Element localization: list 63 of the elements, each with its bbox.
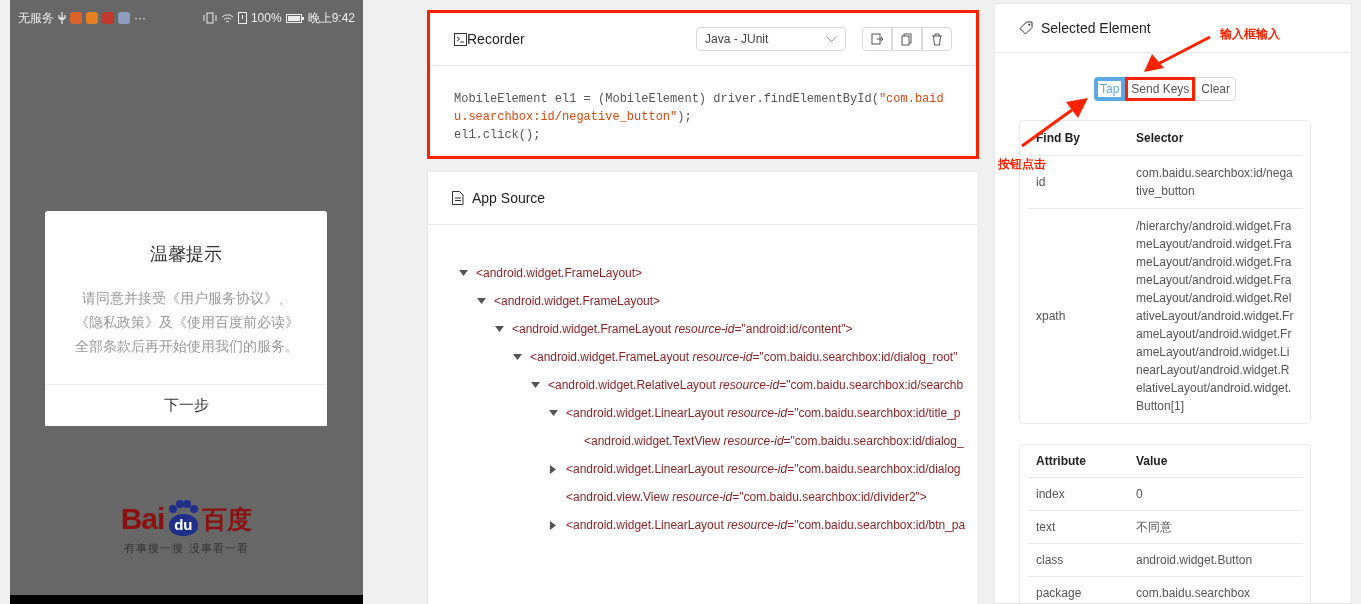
panel-title: Recorder (467, 29, 525, 49)
column-header: Selector (1128, 121, 1302, 156)
code-snippet: MobileElement el1 = (MobileElement) driver.findElementById("com.baidu.searchbox:id/negative_button"); el1.click(); (454, 91, 944, 144)
app-icon (102, 12, 114, 24)
vibrate-icon (202, 12, 217, 24)
tree-node[interactable]: <android.widget.LinearLayout resource-id="com.baidu.searchbox:id/title_p (566, 404, 961, 422)
table-cell: /hierarchy/android.widget.FrameLayout/android.widget.FrameLayout/android.widget.FrameLayout/android.widget.FrameLayout/android.widget.RelativeLayout/android.widget.FrameLayout/android.widget.FrameLayout/android.widget.LinearLayout/android.widget.RelativeLayout/android.widget.Button[1] (1128, 208, 1302, 423)
app-icon (118, 12, 130, 24)
table-cell: android.widget.Button (1128, 543, 1302, 577)
tree-node[interactable]: <android.widget.LinearLayout resource-id="com.baidu.searchbox:id/btn_pa (566, 516, 966, 534)
app-icon (70, 12, 82, 24)
annotation-text: 输入框输入 (1220, 26, 1280, 43)
table-cell: com.baidu.searchbox (1128, 576, 1302, 604)
tree-node[interactable]: <android.widget.TextView resource-id="com.baidu.searchbox:id/dialog_ (584, 432, 964, 450)
arrow (1142, 34, 1212, 74)
delete-button[interactable] (922, 27, 952, 51)
tree-node[interactable]: <android.widget.LinearLayout resource-id="com.baidu.searchbox:id/dialog (566, 460, 961, 478)
battery-text: 100% (250, 10, 282, 27)
table-cell: package (1028, 576, 1128, 604)
dialog-message: 请同意并接受《用户服务协议》、《隐私政策》及《使用百度前必读》全部条款后再开始使用我们的服务。 (74, 289, 300, 356)
action-button[interactable]: Clear (1195, 77, 1237, 101)
column-header: Attribute (1028, 445, 1128, 478)
more-text: ··· (134, 10, 146, 27)
next-step-button[interactable]: 下一步 (45, 384, 327, 426)
wifi-icon (220, 12, 234, 24)
logo-mark: du (169, 514, 198, 536)
chevron-down-icon (826, 36, 837, 42)
terminal-icon (454, 32, 467, 46)
time-text: 晚上9:42 (307, 10, 355, 27)
arrow (1020, 96, 1090, 148)
table-cell: text (1028, 510, 1128, 544)
table-cell: class (1028, 543, 1128, 577)
tag-icon (1019, 21, 1033, 35)
usb-icon (58, 12, 66, 24)
panel-title: App Source (472, 188, 546, 208)
tree-node[interactable]: <android.widget.FrameLayout resource-id="android:id/content"> (512, 320, 853, 338)
table-cell: index (1028, 477, 1128, 511)
tree-node[interactable]: <android.widget.FrameLayout> (476, 264, 643, 282)
file-icon (452, 191, 464, 205)
export-icon (870, 32, 884, 46)
panel-title: Selected Element (1041, 18, 1151, 38)
trash-icon (930, 32, 944, 46)
copy-icon (900, 32, 914, 46)
annotation-text: 按钮点击 (998, 156, 1046, 173)
tree-node[interactable]: <android.widget.RelativeLayout resource-id="com.baidu.searchbox:id/searchb (548, 376, 964, 394)
paw-icon (168, 500, 199, 514)
logo-text: Bai (120, 502, 165, 536)
table-cell: 不同意 (1128, 510, 1302, 544)
logo-text: 百度 (202, 504, 253, 536)
carrier-text: 无服务 (18, 10, 54, 27)
table-cell: com.baidu.searchbox:id/negative_button (1128, 155, 1302, 209)
app-icon (86, 12, 98, 24)
table-cell: 0 (1128, 477, 1302, 511)
tree-node[interactable]: <android.view.View resource-id="com.baidu.searchbox:id/divider2"> (566, 488, 927, 506)
table-cell: xpath (1028, 208, 1128, 423)
action-button[interactable]: Send Keys (1125, 77, 1196, 101)
sim-icon (237, 12, 247, 24)
language-select[interactable]: Java - JUnit (696, 27, 846, 51)
battery-icon (285, 13, 304, 23)
tree-node[interactable]: <android.widget.FrameLayout resource-id="com.baidu.searchbox:id/dialog_root" (530, 348, 958, 366)
tree-node[interactable]: <android.widget.FrameLayout> (494, 292, 661, 310)
column-header: Value (1128, 445, 1302, 478)
dialog-title: 温馨提示 (149, 243, 223, 266)
